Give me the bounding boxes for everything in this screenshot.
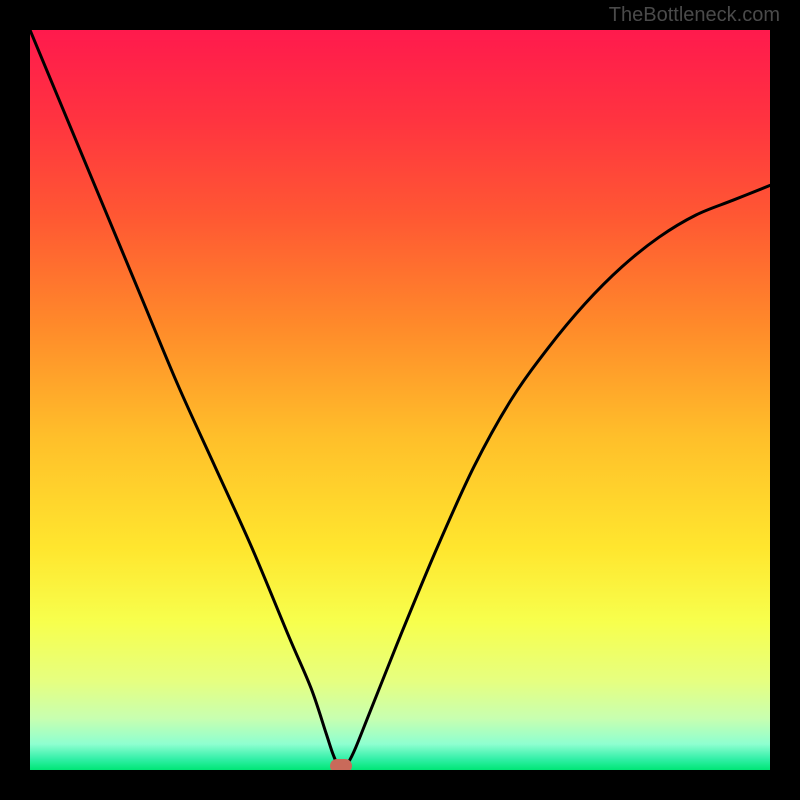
watermark-text: TheBottleneck.com — [609, 4, 780, 27]
chart-plot-area — [30, 30, 770, 770]
chart-curve — [30, 30, 770, 770]
chart-min-marker — [330, 759, 352, 770]
